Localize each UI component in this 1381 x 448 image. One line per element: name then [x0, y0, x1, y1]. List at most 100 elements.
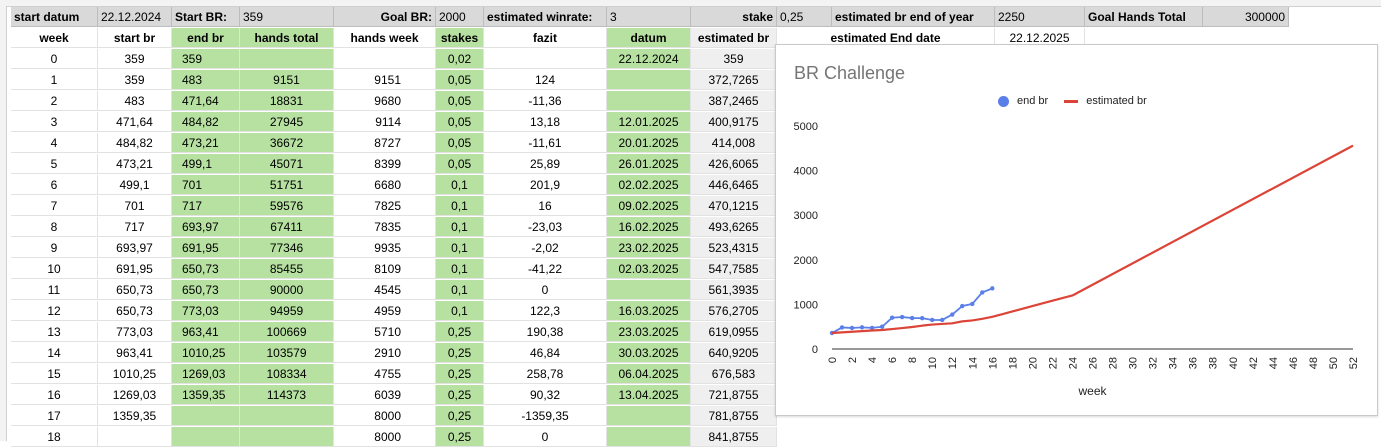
- col-fazit[interactable]: fazit: [484, 28, 607, 48]
- cell-end-br[interactable]: 499,1: [172, 154, 240, 174]
- cell-estimated-br[interactable]: 523,4315: [691, 238, 777, 258]
- cell-week[interactable]: 11: [11, 280, 98, 300]
- cell-fazit[interactable]: -41,22: [484, 259, 607, 279]
- cell-hands-week[interactable]: [334, 49, 436, 69]
- col-stakes[interactable]: stakes: [436, 28, 484, 48]
- cell-start-br[interactable]: 717: [98, 217, 172, 237]
- cell-stakes[interactable]: 0,25: [436, 322, 484, 342]
- cell-stakes[interactable]: 0,25: [436, 406, 484, 426]
- cell-start-br[interactable]: 471,64: [98, 112, 172, 132]
- cell-end-br[interactable]: 484,82: [172, 112, 240, 132]
- cell-end-br[interactable]: 650,73: [172, 259, 240, 279]
- cell-hands-total[interactable]: 27945: [240, 112, 334, 132]
- cell-fazit[interactable]: 124: [484, 70, 607, 90]
- cell-hands-week[interactable]: 4545: [334, 280, 436, 300]
- cell-fazit[interactable]: 258,78: [484, 364, 607, 384]
- cell-start-br[interactable]: 691,95: [98, 259, 172, 279]
- cell-hands-total[interactable]: [240, 406, 334, 426]
- cell-start-br[interactable]: 963,41: [98, 343, 172, 363]
- cell-hands-total[interactable]: [240, 427, 334, 447]
- cell-hands-total[interactable]: 114373: [240, 385, 334, 405]
- cell-end-br[interactable]: 473,21: [172, 133, 240, 153]
- cell-estimated-br[interactable]: 640,9205: [691, 343, 777, 363]
- cell-start-br[interactable]: 359: [98, 49, 172, 69]
- cell-fazit[interactable]: 0: [484, 280, 607, 300]
- cell-start-br[interactable]: 1010,25: [98, 364, 172, 384]
- cell-estimated-br[interactable]: 576,2705: [691, 301, 777, 321]
- cell-start-br[interactable]: 483: [98, 91, 172, 111]
- cell-hands-total[interactable]: 59576: [240, 196, 334, 216]
- cell-fazit[interactable]: -11,36: [484, 91, 607, 111]
- cell-datum[interactable]: 23.02.2025: [607, 238, 691, 258]
- cell-start-br[interactable]: 650,73: [98, 280, 172, 300]
- goal-hands-label[interactable]: Goal Hands Total: [1085, 7, 1203, 27]
- cell-end-br[interactable]: 471,64: [172, 91, 240, 111]
- cell-hands-week[interactable]: 8109: [334, 259, 436, 279]
- cell-start-br[interactable]: 1269,03: [98, 385, 172, 405]
- cell-estimated-br[interactable]: 372,7265: [691, 70, 777, 90]
- cell-start-br[interactable]: 701: [98, 196, 172, 216]
- cell-week[interactable]: 2: [11, 91, 98, 111]
- cell-hands-total[interactable]: 36672: [240, 133, 334, 153]
- cell-datum[interactable]: [607, 406, 691, 426]
- cell-estimated-br[interactable]: 400,9175: [691, 112, 777, 132]
- cell-estimated-br[interactable]: 721,8755: [691, 385, 777, 405]
- goal-br-label[interactable]: Goal BR:: [334, 7, 436, 27]
- cell-week[interactable]: 14: [11, 343, 98, 363]
- cell-fazit[interactable]: -23,03: [484, 217, 607, 237]
- cell-fazit[interactable]: [484, 49, 607, 69]
- cell-stakes[interactable]: 0,1: [436, 196, 484, 216]
- cell-hands-total[interactable]: 9151: [240, 70, 334, 90]
- cell-estimated-br[interactable]: 547,7585: [691, 259, 777, 279]
- cell-datum[interactable]: 22.12.2024: [607, 49, 691, 69]
- winrate-label[interactable]: estimated winrate:: [484, 7, 607, 27]
- cell-datum[interactable]: 30.03.2025: [607, 343, 691, 363]
- cell-stakes[interactable]: 0,02: [436, 49, 484, 69]
- cell-datum[interactable]: 12.01.2025: [607, 112, 691, 132]
- cell-datum[interactable]: [607, 427, 691, 447]
- cell-end-br[interactable]: 1359,35: [172, 385, 240, 405]
- cell-week[interactable]: 5: [11, 154, 98, 174]
- cell-hands-week[interactable]: 8727: [334, 133, 436, 153]
- cell-stakes[interactable]: 0,1: [436, 238, 484, 258]
- cell-estimated-br[interactable]: 414,008: [691, 133, 777, 153]
- col-start-br[interactable]: start br: [98, 28, 172, 48]
- stake-value[interactable]: 0,25: [777, 7, 832, 27]
- cell-estimated-br[interactable]: 561,3935: [691, 280, 777, 300]
- cell-stakes[interactable]: 0,1: [436, 175, 484, 195]
- cell-end-br[interactable]: 963,41: [172, 322, 240, 342]
- cell-hands-week[interactable]: 9680: [334, 91, 436, 111]
- cell-datum[interactable]: 16.02.2025: [607, 217, 691, 237]
- cell-hands-total[interactable]: 18831: [240, 91, 334, 111]
- cell-hands-week[interactable]: 4755: [334, 364, 436, 384]
- cell-hands-week[interactable]: 6039: [334, 385, 436, 405]
- cell-start-br[interactable]: 1359,35: [98, 406, 172, 426]
- cell-hands-total[interactable]: 103579: [240, 343, 334, 363]
- cell-datum[interactable]: [607, 91, 691, 111]
- cell-datum[interactable]: [607, 70, 691, 90]
- cell-hands-week[interactable]: 9151: [334, 70, 436, 90]
- start-br-value[interactable]: 359: [240, 7, 334, 27]
- cell-datum[interactable]: [607, 280, 691, 300]
- cell-week[interactable]: 6: [11, 175, 98, 195]
- col-hands-week[interactable]: hands week: [334, 28, 436, 48]
- cell-week[interactable]: 15: [11, 364, 98, 384]
- cell-hands-week[interactable]: 2910: [334, 343, 436, 363]
- br-end-year-value[interactable]: 2250: [995, 7, 1085, 27]
- cell-week[interactable]: 0: [11, 49, 98, 69]
- cell-hands-total[interactable]: 94959: [240, 301, 334, 321]
- cell-week[interactable]: 17: [11, 406, 98, 426]
- cell-estimated-br[interactable]: 387,2465: [691, 91, 777, 111]
- cell-end-br[interactable]: 1010,25: [172, 343, 240, 363]
- cell-hands-week[interactable]: 8399: [334, 154, 436, 174]
- cell-start-br[interactable]: 693,97: [98, 238, 172, 258]
- cell-end-br[interactable]: [172, 406, 240, 426]
- cell-datum[interactable]: 23.03.2025: [607, 322, 691, 342]
- cell-fazit[interactable]: 16: [484, 196, 607, 216]
- cell-hands-week[interactable]: 7835: [334, 217, 436, 237]
- cell-start-br[interactable]: [98, 427, 172, 447]
- cell-stakes[interactable]: 0,25: [436, 385, 484, 405]
- cell-fazit[interactable]: 190,38: [484, 322, 607, 342]
- cell-hands-week[interactable]: 9114: [334, 112, 436, 132]
- cell-start-br[interactable]: 773,03: [98, 322, 172, 342]
